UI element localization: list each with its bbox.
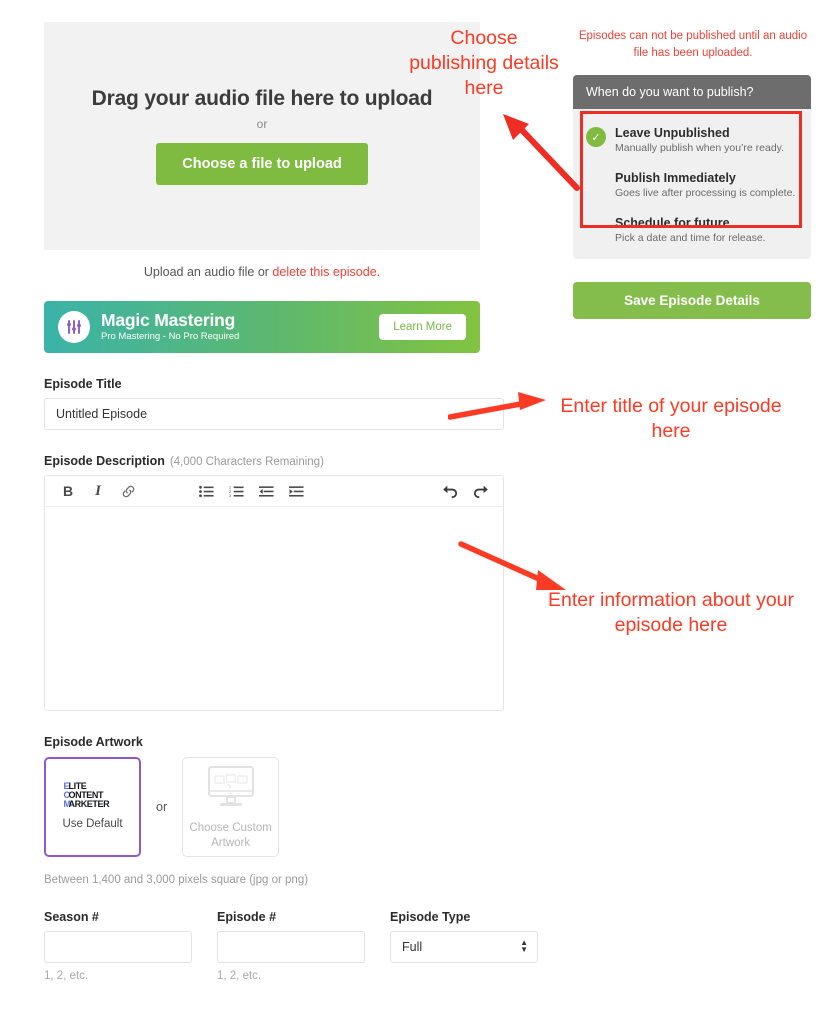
ecm-logo: ECM LITE ONTENT ARKETER xyxy=(64,782,122,808)
episode-form: Drag your audio file here to upload or C… xyxy=(44,22,538,982)
artwork-or-text: or xyxy=(156,800,168,814)
episode-number-label: Episode # xyxy=(217,910,277,924)
episode-number-field: Episode # 1, 2, etc. xyxy=(217,910,365,982)
publish-panel-body: ✓ Leave Unpublished Manually publish whe… xyxy=(573,109,811,259)
publish-option-text: Publish Immediately Goes live after proc… xyxy=(615,171,795,199)
upload-note-text: Upload an audio file or xyxy=(143,265,273,279)
redo-icon[interactable] xyxy=(465,478,495,504)
use-default-label: Use Default xyxy=(62,818,123,831)
save-episode-details-button[interactable]: Save Episode Details xyxy=(573,282,811,319)
bold-icon[interactable]: B xyxy=(53,478,83,504)
annotation-publishing: Choose publishing details here xyxy=(409,27,559,99)
season-input[interactable] xyxy=(44,931,192,963)
banner-text: Magic Mastering Pro Mastering - No Pro R… xyxy=(101,311,379,343)
episode-type-label: Episode Type xyxy=(390,910,471,924)
italic-icon[interactable]: I xyxy=(83,478,113,504)
publish-option-leave-unpublished[interactable]: ✓ Leave Unpublished Manually publish whe… xyxy=(573,121,811,159)
publish-option-title: Schedule for future xyxy=(615,216,730,230)
publish-option-schedule-for-future[interactable]: Schedule for future Pick a date and time… xyxy=(602,211,811,249)
upload-note: Upload an audio file or delete this epis… xyxy=(44,265,480,279)
episode-title-label: Episode Title xyxy=(44,377,122,391)
choose-custom-label: Choose Custom Artwork xyxy=(189,821,272,849)
season-label: Season # xyxy=(44,910,99,924)
bullet-list-icon[interactable] xyxy=(191,478,221,504)
dropzone-title: Drag your audio file here to upload xyxy=(91,87,433,110)
publish-option-text: Schedule for future Pick a date and time… xyxy=(615,216,766,244)
learn-more-button[interactable]: Learn More xyxy=(379,314,466,340)
publish-option-title: Publish Immediately xyxy=(615,171,736,185)
editor-toolbar: B I 1 2 3 xyxy=(45,476,503,507)
episode-description-editor: B I 1 2 3 xyxy=(44,475,504,711)
choose-custom-artwork-option[interactable]: Choose Custom Artwork xyxy=(182,757,280,857)
episode-artwork-label: Episode Artwork xyxy=(44,735,143,749)
equalizer-sliders-icon xyxy=(58,311,90,343)
option-gap xyxy=(573,159,811,166)
season-field: Season # 1, 2, etc. xyxy=(44,910,192,982)
select-stepper-icon: ▲ ▼ xyxy=(520,938,528,954)
publish-option-desc: Goes live after processing is complete. xyxy=(615,187,796,199)
publish-option-desc: Pick a date and time for release. xyxy=(615,232,766,244)
use-default-artwork-option[interactable]: ECM LITE ONTENT ARKETER Use Default xyxy=(44,757,141,857)
dropzone-or-text: or xyxy=(256,117,268,131)
monitor-images-icon xyxy=(204,764,258,813)
season-hint: 1, 2, etc. xyxy=(44,970,89,982)
banner-title: Magic Mastering xyxy=(101,310,236,331)
ecm-logo-words: LITE ONTENT ARKETER xyxy=(68,781,110,809)
episode-meta-row: Season # 1, 2, etc. Episode # 1, 2, etc.… xyxy=(44,910,538,982)
characters-remaining-counter: (4,000 Characters Remaining) xyxy=(169,456,324,468)
episode-title-input[interactable] xyxy=(44,398,504,430)
outdent-icon[interactable] xyxy=(251,478,281,504)
delete-episode-link[interactable]: delete this episode. xyxy=(272,265,380,279)
link-icon[interactable] xyxy=(113,478,143,504)
option-gap xyxy=(573,204,811,211)
episode-type-select-wrap: Full ▲ ▼ xyxy=(390,931,538,963)
episode-type-field: Episode Type Full ▲ ▼ xyxy=(390,910,538,982)
publish-option-desc: Manually publish when you’re ready. xyxy=(615,142,785,154)
magic-mastering-banner[interactable]: Magic Mastering Pro Mastering - No Pro R… xyxy=(44,301,480,353)
publish-option-title: Leave Unpublished xyxy=(615,126,730,140)
artwork-options: ECM LITE ONTENT ARKETER Use Default or C… xyxy=(44,757,512,857)
episode-description-textarea[interactable] xyxy=(45,507,503,710)
numbered-list-icon[interactable]: 1 2 3 xyxy=(221,478,251,504)
check-icon: ✓ xyxy=(586,127,606,147)
episode-description-label-text: Episode Description xyxy=(44,454,165,468)
svg-text:3: 3 xyxy=(229,494,231,498)
banner-subtitle: Pro Mastering - No Pro Required xyxy=(101,330,240,342)
publish-option-publish-immediately[interactable]: Publish Immediately Goes live after proc… xyxy=(602,166,811,204)
choose-file-button[interactable]: Choose a file to upload xyxy=(156,143,368,185)
publish-panel-header: When do you want to publish? xyxy=(573,75,811,109)
publish-options-panel: When do you want to publish? ✓ Leave Unp… xyxy=(573,75,811,259)
indent-icon[interactable] xyxy=(281,478,311,504)
undo-icon[interactable] xyxy=(435,478,465,504)
annotation-description: Enter information about your episode her… xyxy=(547,589,795,636)
episode-type-select[interactable]: Full xyxy=(390,931,538,963)
episode-description-label: Episode Description (4,000 Characters Rem… xyxy=(44,454,512,468)
publish-option-text: Leave Unpublished Manually publish when … xyxy=(615,126,784,154)
episode-type-value: Full xyxy=(402,940,423,954)
episode-number-input[interactable] xyxy=(217,931,365,963)
annotation-title: Enter title of your episode here xyxy=(560,395,782,442)
publish-warning: Episodes can not be published until an a… xyxy=(578,30,808,59)
artwork-size-note: Between 1,400 and 3,000 pixels square (j… xyxy=(44,874,309,886)
episode-number-hint: 1, 2, etc. xyxy=(217,970,262,982)
